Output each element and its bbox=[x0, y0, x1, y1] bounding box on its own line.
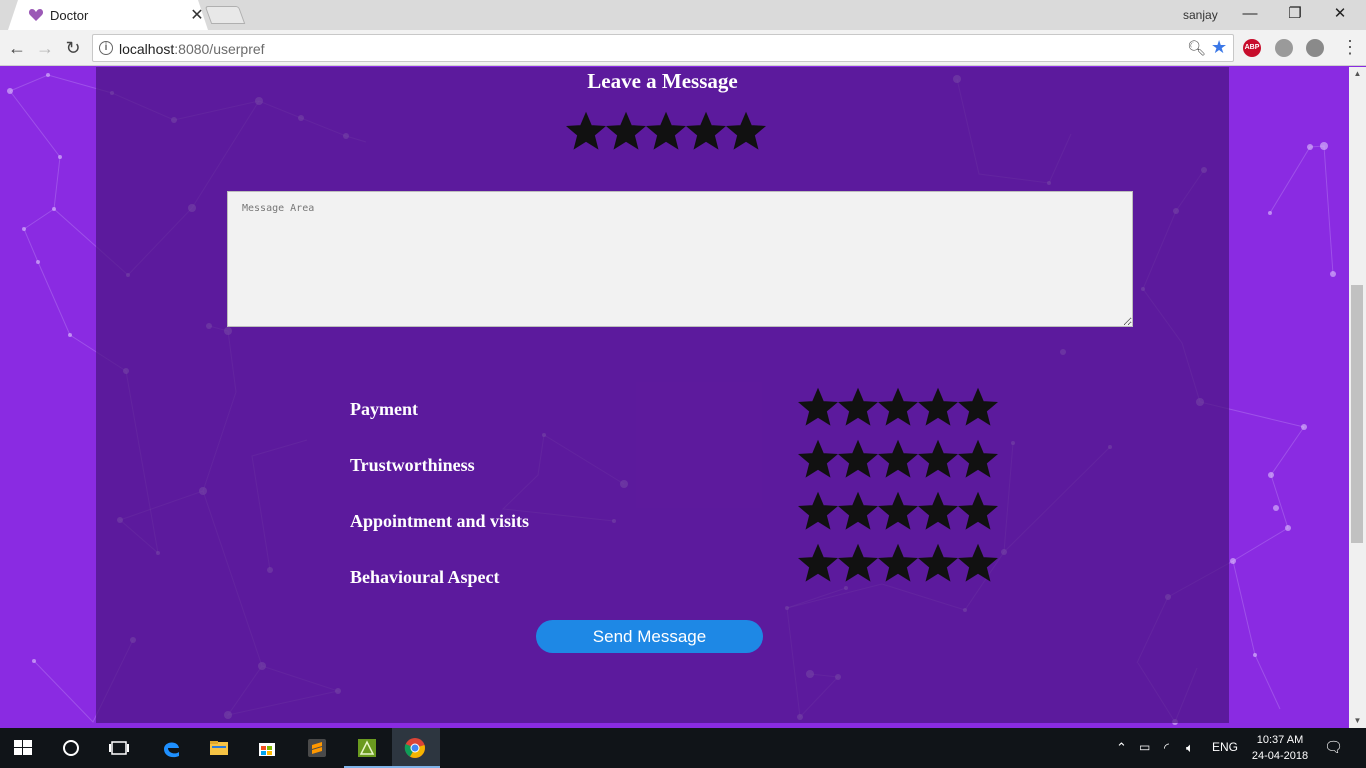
zoom-icon[interactable]: 🔍︎ bbox=[1187, 39, 1206, 57]
bookmark-star-icon[interactable]: ★ bbox=[1211, 37, 1227, 58]
star-icon[interactable] bbox=[566, 111, 606, 151]
message-textarea[interactable] bbox=[227, 191, 1133, 327]
star-icon[interactable] bbox=[798, 439, 838, 479]
star-icon[interactable] bbox=[838, 491, 878, 531]
star-icon[interactable] bbox=[798, 543, 838, 583]
windows-taskbar: ⌃ ▭ ◜ 🔈︎ ENG 10:37 AM 24-04-2018 🗨︎ bbox=[0, 728, 1366, 768]
rating-label: Appointment and visits bbox=[350, 511, 530, 531]
info-icon[interactable]: i bbox=[99, 41, 113, 55]
windows-icon bbox=[12, 737, 34, 759]
browser-tab[interactable]: Doctor ✕ bbox=[8, 0, 208, 30]
address-bar[interactable]: i localhost:8080/userpref 🔍︎ ★ bbox=[92, 34, 1234, 62]
clock[interactable]: 10:37 AM 24-04-2018 bbox=[1250, 732, 1310, 764]
start-button[interactable] bbox=[0, 728, 48, 768]
star-icon[interactable] bbox=[838, 543, 878, 583]
star-icon[interactable] bbox=[958, 387, 998, 427]
forward-icon[interactable]: → bbox=[34, 37, 56, 59]
page-viewport: Leave a Message Payment Trustworthiness Ap… bbox=[0, 67, 1349, 728]
new-tab-button[interactable] bbox=[204, 6, 246, 24]
scroll-up-icon[interactable]: ▲ bbox=[1349, 67, 1366, 81]
reload-icon[interactable]: ↻ bbox=[62, 37, 84, 59]
app-green-icon bbox=[356, 737, 378, 759]
star-icon[interactable] bbox=[878, 543, 918, 583]
star-icon[interactable] bbox=[878, 491, 918, 531]
profile-name[interactable]: sanjay bbox=[1183, 8, 1218, 22]
sublime-icon bbox=[306, 737, 328, 759]
chrome-button[interactable] bbox=[392, 728, 440, 768]
star-icon[interactable] bbox=[798, 491, 838, 531]
page-title: Leave a Message bbox=[587, 69, 738, 93]
rating-stars bbox=[798, 543, 998, 583]
star-icon[interactable] bbox=[918, 439, 958, 479]
star-icon[interactable] bbox=[918, 491, 958, 531]
rating-stars bbox=[798, 491, 998, 531]
battery-icon[interactable]: ▭ bbox=[1139, 740, 1150, 754]
star-icon[interactable] bbox=[686, 111, 726, 151]
star-icon[interactable] bbox=[878, 439, 918, 479]
rating-stars bbox=[798, 439, 998, 479]
scrollbar-thumb[interactable] bbox=[1351, 285, 1363, 543]
extension-gray-icon[interactable] bbox=[1275, 39, 1293, 57]
close-window-icon[interactable]: ✕ bbox=[1320, 3, 1360, 25]
star-icon[interactable] bbox=[726, 111, 766, 151]
send-message-button[interactable]: Send Message bbox=[536, 620, 763, 653]
star-icon[interactable] bbox=[838, 439, 878, 479]
heart-icon bbox=[28, 9, 44, 21]
star-icon[interactable] bbox=[958, 491, 998, 531]
page-scrollbar[interactable]: ▲ ▼ bbox=[1349, 67, 1366, 728]
chrome-icon bbox=[404, 737, 426, 759]
rating-label: Payment bbox=[350, 399, 418, 419]
browser-titlebar: Doctor ✕ sanjay — ❐ ✕ bbox=[0, 0, 1366, 30]
volume-icon[interactable]: 🔈︎ bbox=[1186, 740, 1194, 756]
overall-rating bbox=[566, 111, 766, 151]
notifications-icon[interactable]: 🗨︎ bbox=[1324, 738, 1343, 756]
adblock-plus-icon[interactable]: ABP bbox=[1243, 39, 1261, 57]
menu-icon[interactable]: ⋮ bbox=[1341, 36, 1359, 58]
store-button[interactable] bbox=[244, 728, 292, 768]
task-view-button[interactable] bbox=[96, 728, 144, 768]
app-button[interactable] bbox=[344, 728, 392, 768]
edge-button[interactable] bbox=[148, 728, 196, 768]
star-icon[interactable] bbox=[838, 387, 878, 427]
clock-date: 24-04-2018 bbox=[1251, 750, 1309, 762]
minimize-icon[interactable]: — bbox=[1230, 3, 1270, 25]
rating-stars bbox=[798, 387, 998, 427]
folder-icon bbox=[208, 737, 230, 759]
chevron-up-icon[interactable]: ⌃ bbox=[1116, 740, 1127, 756]
star-icon[interactable] bbox=[878, 387, 918, 427]
star-icon[interactable] bbox=[798, 387, 838, 427]
rating-label: Behavioural Aspect bbox=[350, 567, 500, 587]
tab-title: Doctor bbox=[50, 8, 89, 23]
shield-extension-icon[interactable] bbox=[1306, 39, 1324, 57]
restore-icon[interactable]: ❐ bbox=[1275, 3, 1315, 25]
language-indicator[interactable]: ENG bbox=[1212, 740, 1238, 754]
clock-time: 10:37 AM bbox=[1256, 734, 1304, 746]
back-icon[interactable]: ← bbox=[6, 37, 28, 59]
star-icon[interactable] bbox=[606, 111, 646, 151]
task-view-icon bbox=[108, 737, 130, 759]
sublime-text-button[interactable] bbox=[294, 728, 342, 768]
star-icon[interactable] bbox=[958, 439, 998, 479]
star-icon[interactable] bbox=[646, 111, 686, 151]
rating-label: Trustworthiness bbox=[350, 455, 475, 475]
feedback-panel: Leave a Message Payment Trustworthiness Ap… bbox=[96, 67, 1229, 723]
star-icon[interactable] bbox=[958, 543, 998, 583]
star-icon[interactable] bbox=[918, 387, 958, 427]
browser-toolbar: ← → ↻ i localhost:8080/userpref 🔍︎ ★ ABP… bbox=[0, 30, 1366, 66]
edge-icon bbox=[160, 737, 182, 759]
star-icon[interactable] bbox=[918, 543, 958, 583]
file-explorer-button[interactable] bbox=[196, 728, 244, 768]
wifi-icon[interactable]: ◜ bbox=[1164, 740, 1169, 756]
search-circle-icon bbox=[60, 737, 82, 759]
scroll-down-icon[interactable]: ▼ bbox=[1349, 714, 1366, 728]
store-icon bbox=[256, 737, 278, 759]
url-text[interactable]: localhost:8080/userpref bbox=[119, 41, 265, 57]
close-tab-icon[interactable]: ✕ bbox=[190, 5, 204, 25]
cortana-button[interactable] bbox=[48, 728, 96, 768]
